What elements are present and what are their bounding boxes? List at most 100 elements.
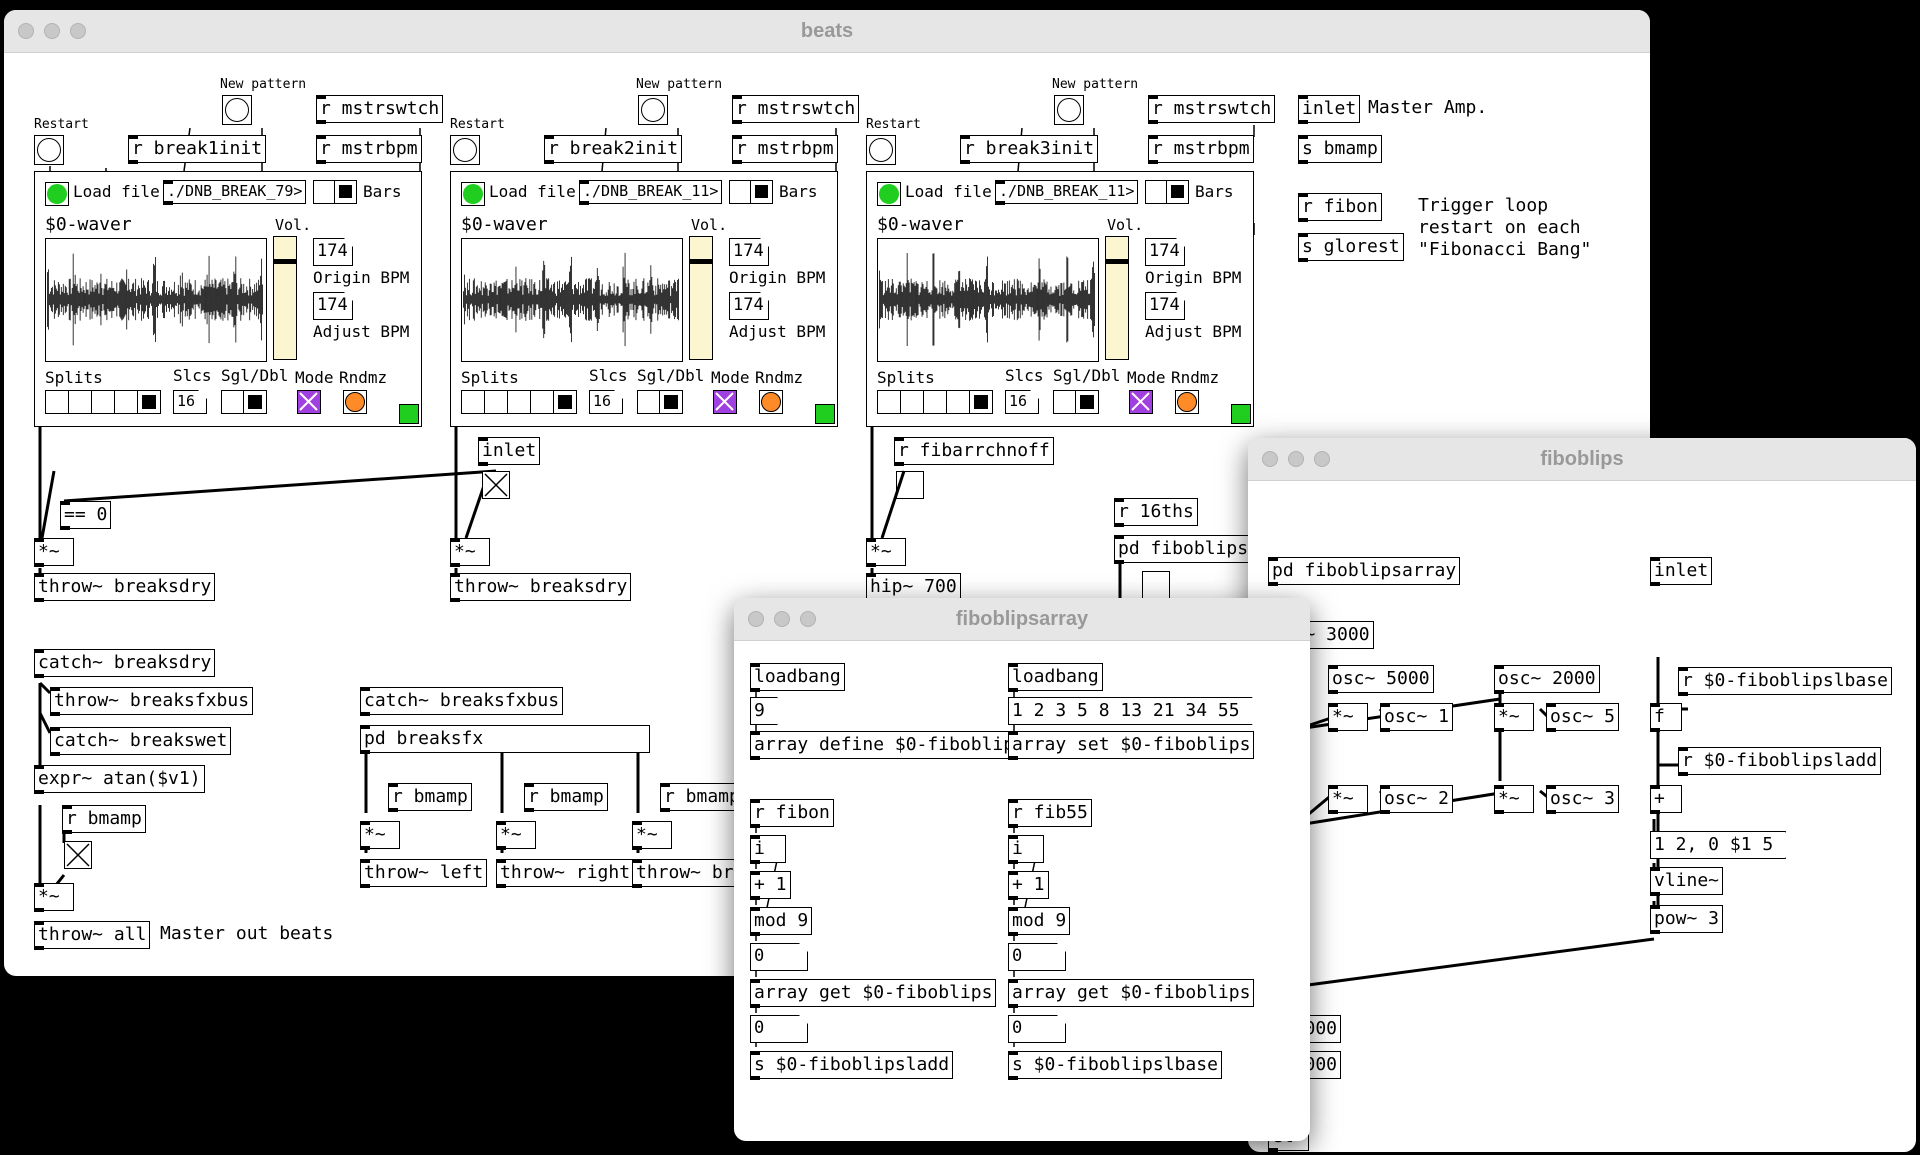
send-ladd[interactable]: s $0-fiboblipsladd	[749, 1050, 954, 1080]
catch-breaksfxbus[interactable]: catch~ breaksfxbus	[359, 686, 564, 716]
slices-number[interactable]: 16	[1005, 390, 1039, 414]
array-get[interactable]: array get $0-fiboblips	[749, 978, 997, 1008]
restart-bang[interactable]	[450, 135, 480, 165]
send-glorest[interactable]: s glorest	[1297, 232, 1404, 262]
catch-breaksdry[interactable]: catch~ breaksdry	[33, 648, 216, 678]
bars-radio[interactable]	[729, 180, 773, 204]
array-get[interactable]: array get $0-fiboblips	[1007, 978, 1255, 1008]
throw-right[interactable]: throw~ right	[495, 858, 635, 888]
restart-bang[interactable]	[34, 135, 64, 165]
pd-fiboblipsarray[interactable]: pd fiboblipsarray	[1267, 556, 1461, 586]
number-box[interactable]: 0	[1008, 1015, 1066, 1043]
adjust-bpm-number[interactable]: 174	[313, 292, 353, 320]
waveform-array[interactable]	[877, 238, 1099, 362]
multiply-signal-3[interactable]: *~	[865, 537, 906, 567]
adjust-bpm-number[interactable]: 174	[1145, 292, 1185, 320]
receive-master-bpm[interactable]: r mstrbpm	[315, 134, 422, 164]
multiply-right[interactable]: *~	[495, 820, 536, 850]
beats-titlebar[interactable]: beats	[4, 10, 1650, 53]
hip-filter[interactable]: hip~ 700	[865, 572, 961, 602]
throw-breaksdry-1[interactable]: throw~ breaksdry	[33, 572, 216, 602]
file-name-symbol[interactable]: ./DNB_BREAK_79>	[162, 179, 307, 205]
bars-radio[interactable]	[1145, 180, 1189, 204]
multiply-extra[interactable]: *~	[631, 820, 672, 850]
volume-slider[interactable]	[689, 236, 713, 360]
rndmz-bang[interactable]	[1175, 390, 1199, 414]
osc-5[interactable]: osc~ 5	[1545, 702, 1620, 732]
receive-master-switch[interactable]: r mstrswtch	[1147, 94, 1276, 124]
throw-all[interactable]: throw~ all	[33, 920, 151, 950]
mode-toggle[interactable]	[1129, 390, 1153, 414]
volume-slider[interactable]	[273, 236, 297, 360]
receive-master-bpm[interactable]: r mstrbpm	[731, 134, 838, 164]
restart-bang[interactable]	[866, 135, 896, 165]
rndmz-bang[interactable]	[759, 390, 783, 414]
bang-box[interactable]	[896, 471, 924, 499]
splits-radio[interactable]	[461, 390, 577, 414]
receive-16ths[interactable]: r 16ths	[1113, 497, 1198, 527]
pow-3[interactable]: pow~ 3	[1649, 904, 1724, 934]
array-set[interactable]: array set $0-fiboblips	[1007, 730, 1255, 760]
mod-9[interactable]: mod 9	[749, 906, 813, 936]
load-file-bang[interactable]	[461, 182, 485, 206]
fiboblips-titlebar[interactable]: fiboblips	[1248, 438, 1916, 481]
message-fibonacci-sequence[interactable]: 1 2 3 5 8 13 21 34 55	[1008, 697, 1253, 725]
receive-fibon[interactable]: r fibon	[749, 798, 834, 828]
splits-radio[interactable]	[877, 390, 993, 414]
mode-toggle[interactable]	[713, 390, 737, 414]
waveform-array[interactable]	[461, 238, 683, 362]
origin-bpm-number[interactable]: 174	[313, 238, 353, 266]
receive-ladd[interactable]: r $0-fiboblipsladd	[1677, 746, 1882, 776]
new-pattern-bang[interactable]	[1054, 95, 1084, 125]
throw-extra[interactable]: throw~ bre	[631, 858, 749, 888]
bars-radio[interactable]	[313, 180, 357, 204]
int-box[interactable]: i	[1007, 834, 1044, 864]
receive-master-switch[interactable]: r mstrswtch	[731, 94, 860, 124]
plus-box[interactable]: +	[1649, 784, 1682, 814]
receive-master-switch[interactable]: r mstrswtch	[315, 94, 444, 124]
catch-breakswet[interactable]: catch~ breakswet	[49, 726, 232, 756]
float-box[interactable]: f	[1649, 702, 1682, 732]
inlet-2[interactable]: inlet	[477, 436, 541, 466]
origin-bpm-number[interactable]: 174	[729, 238, 769, 266]
throw-left[interactable]: throw~ left	[359, 858, 488, 888]
multiply-signal-1[interactable]: *~	[33, 537, 74, 567]
pd-fiboblips[interactable]: pd fiboblips	[1113, 534, 1253, 564]
receive-break-init[interactable]: r break3init	[959, 134, 1099, 164]
receive-fibarrchnoff[interactable]: r fibarrchnoff	[893, 436, 1054, 466]
loadbang-2[interactable]: loadbang	[1007, 662, 1103, 692]
throw-breaksfxbus[interactable]: throw~ breaksfxbus	[49, 686, 254, 716]
plus-one[interactable]: + 1	[1007, 870, 1049, 900]
pd-breaksfx[interactable]: pd breaksfx	[359, 724, 650, 754]
receive-break-init[interactable]: r break2init	[543, 134, 683, 164]
origin-bpm-number[interactable]: 174	[1145, 238, 1185, 266]
osc-5000[interactable]: osc~ 5000	[1327, 664, 1434, 694]
sgl-dbl-radio[interactable]	[221, 390, 267, 414]
receive-master-bpm[interactable]: r mstrbpm	[1147, 134, 1254, 164]
receive-fib55[interactable]: r fib55	[1007, 798, 1092, 828]
inlet-master-amp[interactable]: inlet	[1297, 94, 1361, 124]
osc-3[interactable]: osc~ 3	[1545, 784, 1620, 814]
receive-bmamp-right[interactable]: r bmamp	[523, 782, 608, 812]
number-box[interactable]: 0	[750, 1015, 808, 1043]
file-name-symbol[interactable]: ./DNB_BREAK_11>	[994, 179, 1139, 205]
new-pattern-bang[interactable]	[222, 95, 252, 125]
file-name-symbol[interactable]: ./DNB_BREAK_11>	[578, 179, 723, 205]
load-file-bang[interactable]	[877, 182, 901, 206]
fiboblipsarray-titlebar[interactable]: fiboblipsarray	[734, 598, 1310, 641]
multiply-master[interactable]: *~	[33, 882, 74, 912]
mod-9[interactable]: mod 9	[1007, 906, 1071, 936]
osc-2[interactable]: osc~ 2	[1379, 784, 1454, 814]
sgl-dbl-radio[interactable]	[1053, 390, 1099, 414]
osc-1[interactable]: osc~ 1	[1379, 702, 1454, 732]
osc-2000[interactable]: osc~ 2000	[1493, 664, 1600, 694]
adjust-bpm-number[interactable]: 174	[729, 292, 769, 320]
volume-slider[interactable]	[1105, 236, 1129, 360]
receive-bmamp[interactable]: r bmamp	[61, 804, 146, 834]
toggle-2[interactable]	[482, 471, 510, 499]
slices-number[interactable]: 16	[589, 390, 623, 414]
send-lbase[interactable]: s $0-fiboblipslbase	[1007, 1050, 1222, 1080]
envelope-message[interactable]: 1 2, 0 $1 5	[1650, 831, 1786, 859]
loadbang-1[interactable]: loadbang	[749, 662, 845, 692]
load-file-bang[interactable]	[45, 182, 69, 206]
